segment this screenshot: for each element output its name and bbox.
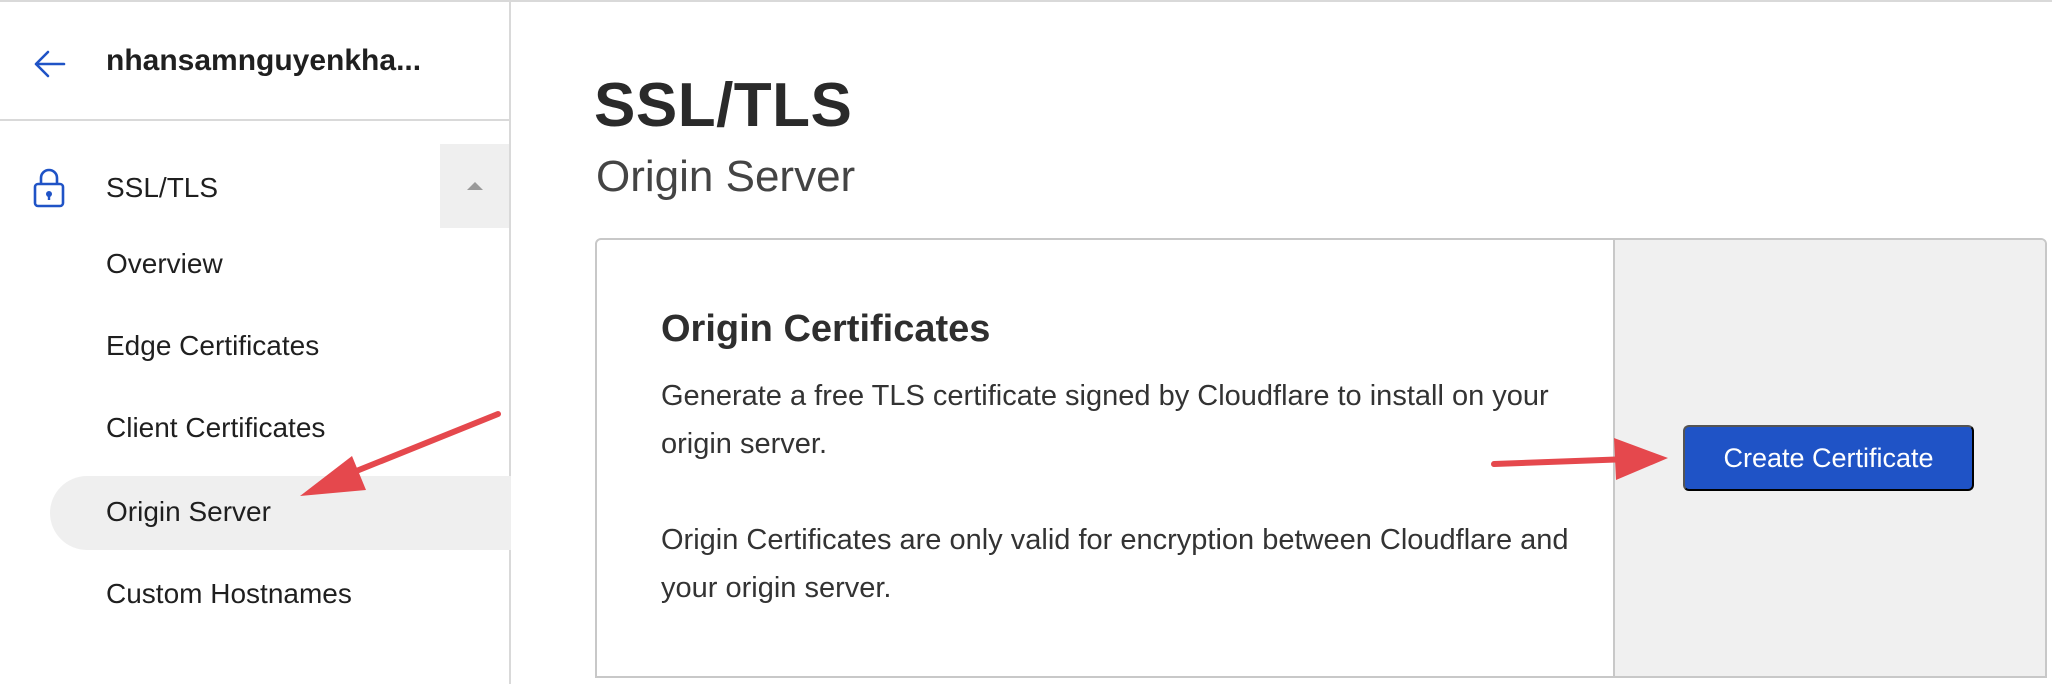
- sidebar-header: nhansamnguyenkha...: [0, 2, 509, 121]
- card-divider: [597, 676, 2047, 678]
- chevron-up-icon: [467, 182, 483, 190]
- page-subtitle: Origin Server: [596, 152, 856, 201]
- sidebar-item-origin-server[interactable]: Origin Server: [106, 496, 271, 528]
- card-title: Origin Certificates: [661, 308, 991, 350]
- lock-icon: [33, 168, 65, 208]
- create-certificate-button[interactable]: Create Certificate: [1683, 425, 1974, 491]
- sidebar-item-client-certificates[interactable]: Client Certificates: [106, 412, 325, 444]
- card-description-note: Origin Certificates are only valid for e…: [661, 524, 1569, 604]
- sidebar-item-overview[interactable]: Overview: [106, 248, 223, 280]
- sidebar-item-edge-certificates[interactable]: Edge Certificates: [106, 330, 319, 362]
- page-title: SSL/TLS: [594, 71, 853, 140]
- sidebar: nhansamnguyenkha... SSL/TLS Overview Edg…: [0, 2, 511, 684]
- card-description: Generate a free TLS certificate signed b…: [661, 380, 1549, 460]
- zone-name: nhansamnguyenkha...: [106, 44, 422, 77]
- sidebar-section-ssl-tls[interactable]: SSL/TLS: [0, 144, 509, 228]
- sidebar-section-label: SSL/TLS: [106, 172, 219, 203]
- card-body: Origin Certificates Generate a free TLS …: [597, 240, 1613, 676]
- arrow-left-icon[interactable]: [30, 44, 70, 84]
- sidebar-item-custom-hostnames[interactable]: Custom Hostnames: [106, 578, 352, 610]
- collapse-section-button[interactable]: [440, 144, 509, 228]
